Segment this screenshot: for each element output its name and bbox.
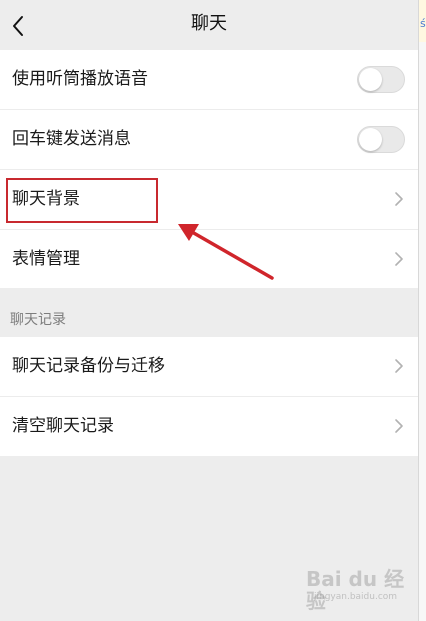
chevron-right-icon: [395, 252, 403, 266]
annotation-arrow-icon: [178, 224, 274, 280]
watermark-url: jingyan.baidu.com: [314, 592, 398, 602]
adjacent-window-edge: ś: [418, 0, 426, 621]
earpiece-voice-toggle[interactable]: [357, 66, 405, 93]
setting-label: 使用听筒播放语音: [12, 69, 148, 89]
setting-label: 聊天背景: [12, 189, 80, 209]
setting-label: 聊天记录备份与迁移: [12, 356, 165, 376]
setting-row-backup-migrate[interactable]: 聊天记录备份与迁移: [0, 337, 418, 397]
chat-settings-screen: 聊天 使用听筒播放语音 回车键发送消息 聊天背景 表情管理 聊天记录 聊天记录备…: [0, 0, 418, 621]
page-title: 聊天: [191, 13, 227, 34]
settings-group-chat-history: 聊天记录备份与迁移 清空聊天记录: [0, 337, 418, 456]
setting-label: 回车键发送消息: [12, 129, 131, 149]
chevron-right-icon: [395, 192, 403, 206]
setting-label: 表情管理: [12, 249, 80, 269]
adjacent-window-text: ś: [420, 17, 426, 30]
chevron-right-icon: [395, 359, 403, 373]
watermark-logo: Bai du 经验: [306, 567, 405, 613]
chevron-right-icon: [395, 419, 403, 433]
setting-row-enter-to-send[interactable]: 回车键发送消息: [0, 110, 418, 170]
section-header-chat-history: 聊天记录: [10, 312, 66, 328]
setting-row-earpiece-voice[interactable]: 使用听筒播放语音: [0, 50, 418, 110]
nav-bar: 聊天: [0, 0, 418, 48]
toggle-knob: [359, 68, 382, 91]
setting-row-clear-history[interactable]: 清空聊天记录: [0, 397, 418, 456]
setting-label: 清空聊天记录: [12, 416, 114, 436]
toggle-knob: [359, 128, 382, 151]
enter-to-send-toggle[interactable]: [357, 126, 405, 153]
